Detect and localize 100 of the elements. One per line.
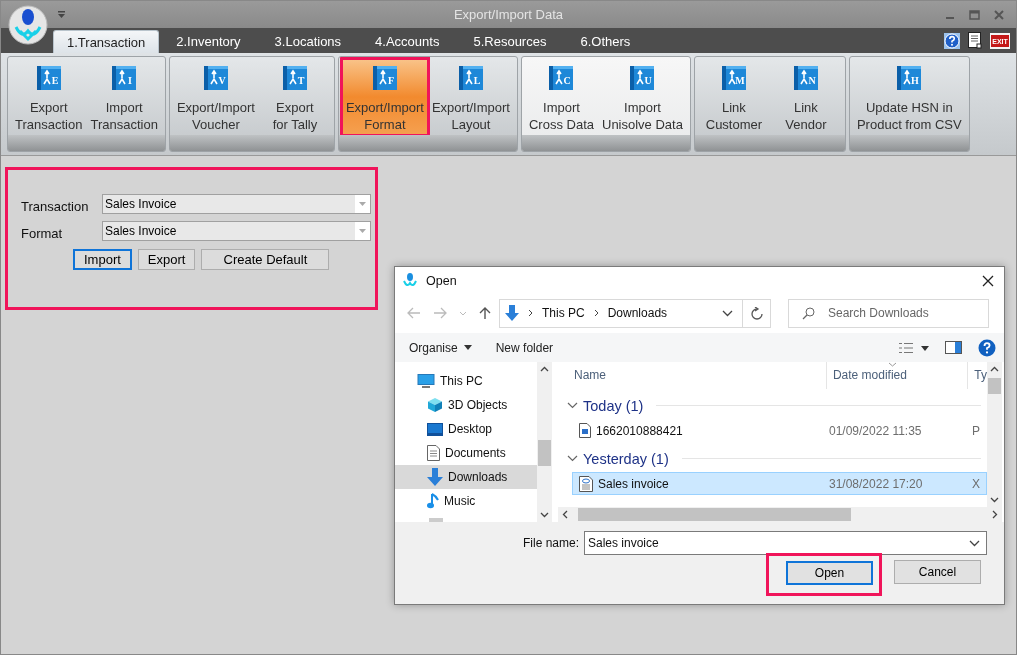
file-date: 31/08/2022 17:20 — [829, 476, 924, 491]
file-row[interactable]: 1662010888421 01/09/2022 11:35 P — [572, 419, 987, 442]
nav-item[interactable]: Documents — [395, 441, 537, 465]
file-type: X — [972, 476, 980, 491]
monitor-icon — [427, 422, 443, 436]
organise-menu[interactable]: Organise — [405, 340, 476, 355]
scrollbar[interactable] — [987, 362, 1002, 507]
chevron-down-icon[interactable] — [722, 309, 733, 317]
group-heading[interactable]: Today (1) — [583, 397, 644, 414]
file-name-field[interactable]: Sales invoice — [584, 531, 987, 555]
breadcrumb-item[interactable]: This PC — [542, 306, 585, 320]
dropdown-arrow-icon — [359, 202, 366, 206]
document-icon[interactable] — [968, 32, 982, 49]
scrollbar[interactable] — [558, 507, 1002, 522]
field-label: Format — [21, 224, 64, 241]
file-name: Sales invoice — [598, 476, 669, 491]
tab[interactable]: 1.Transaction — [53, 30, 160, 53]
file-row[interactable]: Sales invoice 31/08/2022 17:20 X — [572, 472, 987, 495]
ribbon-button[interactable]: C Import Cross Data — [524, 59, 598, 135]
nav-item[interactable]: This PC — [395, 369, 537, 393]
file-date: 01/09/2022 11:35 — [829, 423, 923, 438]
view-options-icon[interactable] — [899, 341, 929, 354]
music-note-icon — [427, 493, 439, 509]
collapse-chevron-icon[interactable] — [567, 455, 578, 462]
dialog-button[interactable]: Cancel — [894, 560, 981, 584]
scroll-right-icon[interactable] — [992, 510, 998, 519]
book-icon: L — [457, 65, 484, 91]
preview-pane-icon[interactable] — [945, 341, 962, 354]
dropdown-field[interactable]: Sales Invoice — [102, 221, 371, 241]
scroll-thumb[interactable] — [538, 440, 551, 466]
book-icon: C — [548, 65, 575, 91]
chevron-down-icon[interactable] — [969, 539, 980, 547]
document-icon — [427, 445, 440, 461]
book-icon: U — [629, 65, 656, 91]
column-header[interactable]: Date modified — [826, 362, 969, 389]
ribbon-button[interactable]: I Import Transaction — [86, 59, 162, 135]
tab[interactable]: 6.Others — [563, 30, 648, 53]
book-icon: V — [202, 65, 229, 91]
nav-item[interactable]: Music — [395, 489, 537, 513]
scroll-down-icon[interactable] — [540, 512, 549, 518]
book-icon: F — [371, 65, 398, 91]
ribbon-button[interactable]: M Link Customer — [697, 59, 770, 135]
breadcrumb-item[interactable]: Downloads — [607, 306, 668, 320]
up-arrow-icon[interactable] — [479, 306, 491, 320]
book-icon: M — [720, 65, 747, 91]
book-icon: N — [792, 65, 819, 91]
ribbon-button[interactable]: L Export/Import Layout — [427, 59, 514, 135]
scrollbar[interactable] — [537, 362, 552, 522]
ribbon-button[interactable]: E Export Transaction — [11, 59, 87, 135]
dropdown-field[interactable]: Sales Invoice — [102, 194, 371, 214]
nav-item[interactable]: 3D Objects — [395, 393, 537, 417]
dropdown-arrow-icon — [359, 229, 366, 233]
group-heading[interactable]: Yesterday (1) — [583, 450, 669, 467]
field-label: File name: — [522, 536, 579, 550]
ribbon-button[interactable]: V Export/Import Voucher — [172, 59, 259, 135]
column-header[interactable]: Name — [562, 362, 827, 389]
collapse-chevron-icon[interactable] — [567, 402, 578, 409]
help-icon[interactable] — [978, 338, 996, 357]
scroll-thumb[interactable] — [578, 508, 851, 521]
close-icon[interactable] — [982, 275, 994, 287]
ribbon-button[interactable]: U Import Unisolve Data — [598, 59, 687, 135]
search-icon — [802, 306, 815, 320]
tab[interactable]: 3.Locations — [257, 30, 359, 53]
dialog-button[interactable]: Open — [786, 561, 873, 585]
ribbon-button[interactable]: T Export for Tally — [258, 59, 331, 135]
book-icon: I — [111, 65, 138, 91]
ribbon-button[interactable]: H Update HSN in Product from CSV — [852, 59, 966, 135]
tab[interactable]: 4.Accounts — [358, 30, 457, 53]
tab[interactable]: 2.Inventory — [159, 30, 258, 53]
new-folder-button[interactable]: New folder — [491, 340, 558, 355]
scroll-left-icon[interactable] — [562, 510, 568, 519]
address-bar[interactable]: This PC Downloads — [499, 298, 771, 328]
search-field[interactable]: Search Downloads — [788, 298, 989, 328]
dropdown-icon[interactable] — [57, 10, 66, 19]
ribbon-button[interactable]: F Export/Import Format — [341, 59, 428, 135]
dialog-title: Open — [426, 274, 457, 288]
file-type: P — [972, 423, 980, 438]
scroll-down-icon[interactable] — [990, 497, 999, 503]
computer-icon — [417, 374, 435, 388]
chevron-right-icon — [593, 309, 599, 317]
column-header[interactable]: Ty — [968, 362, 987, 389]
maximize-icon[interactable] — [969, 9, 980, 20]
help-icon[interactable] — [944, 32, 960, 49]
book-icon: E — [35, 65, 62, 91]
file-name: 1662010888421 — [596, 423, 683, 438]
sort-chevron-icon — [888, 362, 897, 367]
nav-item[interactable]: Downloads — [395, 465, 537, 489]
chevron-right-icon — [528, 309, 533, 317]
download-arrow-icon — [427, 468, 443, 486]
refresh-icon[interactable] — [750, 306, 763, 320]
scroll-thumb[interactable] — [988, 378, 1001, 394]
scroll-up-icon[interactable] — [990, 366, 999, 372]
form-button[interactable]: Create Default — [201, 249, 330, 270]
scroll-up-icon[interactable] — [540, 366, 549, 372]
ribbon-button[interactable]: N Link Vendor — [769, 59, 842, 135]
nav-item[interactable]: Desktop — [395, 417, 537, 441]
cube-icon — [427, 397, 443, 413]
tab[interactable]: 5.Resources — [456, 30, 564, 53]
form-button[interactable]: Export — [137, 249, 196, 270]
form-button[interactable]: Import — [73, 249, 132, 270]
